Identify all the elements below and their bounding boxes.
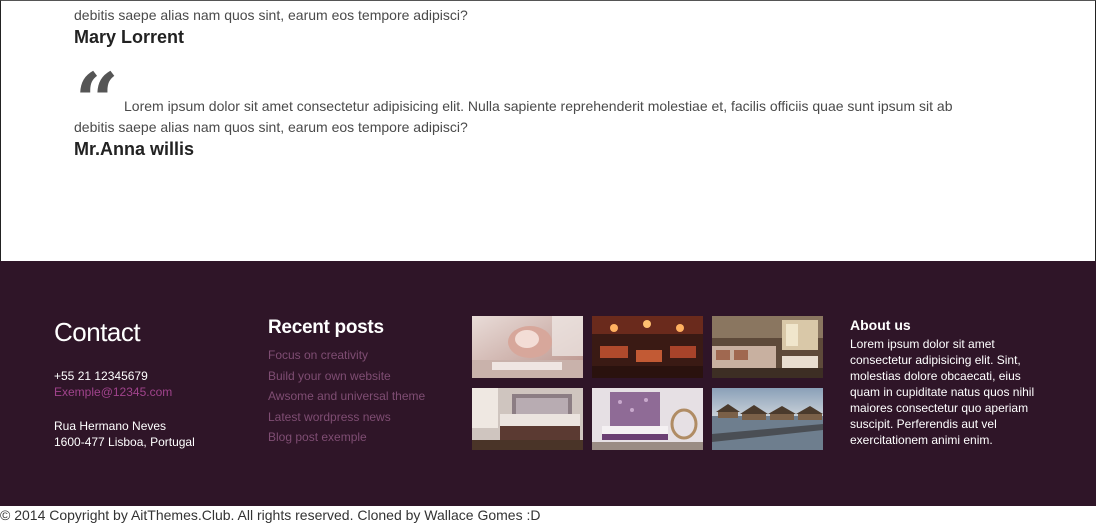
site-footer: Contact +55 21 12345679 Exemple@12345.co… <box>0 261 1096 506</box>
recent-posts-title: Recent posts <box>268 317 384 338</box>
testimonials-section: debitis saepe alias nam quos sint, earum… <box>0 0 1096 261</box>
contact-city: 1600-477 Lisboa, Portugal <box>54 435 195 449</box>
recent-posts-list: Focus on creativity Build your own websi… <box>268 345 425 448</box>
recent-post-link[interactable]: Blog post exemple <box>268 427 425 448</box>
purple-room-photo[interactable] <box>592 388 703 450</box>
contact-street: Rua Hermano Neves <box>54 419 167 433</box>
contact-email-link[interactable]: Exemple@12345.com <box>54 384 172 400</box>
water-villas-photo[interactable] <box>712 388 823 450</box>
restaurant-photo[interactable] <box>592 316 703 378</box>
contact-phone: +55 21 12345679 <box>54 369 148 383</box>
recent-post-link[interactable]: Latest wordpress news <box>268 407 425 428</box>
recent-post-link[interactable]: Focus on creativity <box>268 345 425 366</box>
testimonial-author: Mary Lorrent <box>74 27 185 47</box>
contact-title: Contact <box>54 317 141 347</box>
bedroom-photo[interactable] <box>472 388 583 450</box>
recent-post-link[interactable]: Awsome and universal theme <box>268 386 425 407</box>
testimonial-text: debitis saepe alias nam quos sint, earum… <box>74 7 468 23</box>
photo-gallery <box>472 316 824 450</box>
about-text: Lorem ipsum dolor sit amet consectetur a… <box>850 337 1035 447</box>
testimonial-text: Lorem ipsum dolor sit amet consectetur a… <box>124 98 953 114</box>
recent-post-link[interactable]: Build your own website <box>268 366 425 387</box>
about-title: About us <box>850 317 911 333</box>
testimonial-author: Mr.Anna willis <box>74 139 195 159</box>
copyright-text: © 2014 Copyright by AitThemes.Club. All … <box>0 507 541 523</box>
spa-photo[interactable] <box>472 316 583 378</box>
hotel-suite-photo[interactable] <box>712 316 823 378</box>
testimonial-text: debitis saepe alias nam quos sint, earum… <box>74 119 468 135</box>
